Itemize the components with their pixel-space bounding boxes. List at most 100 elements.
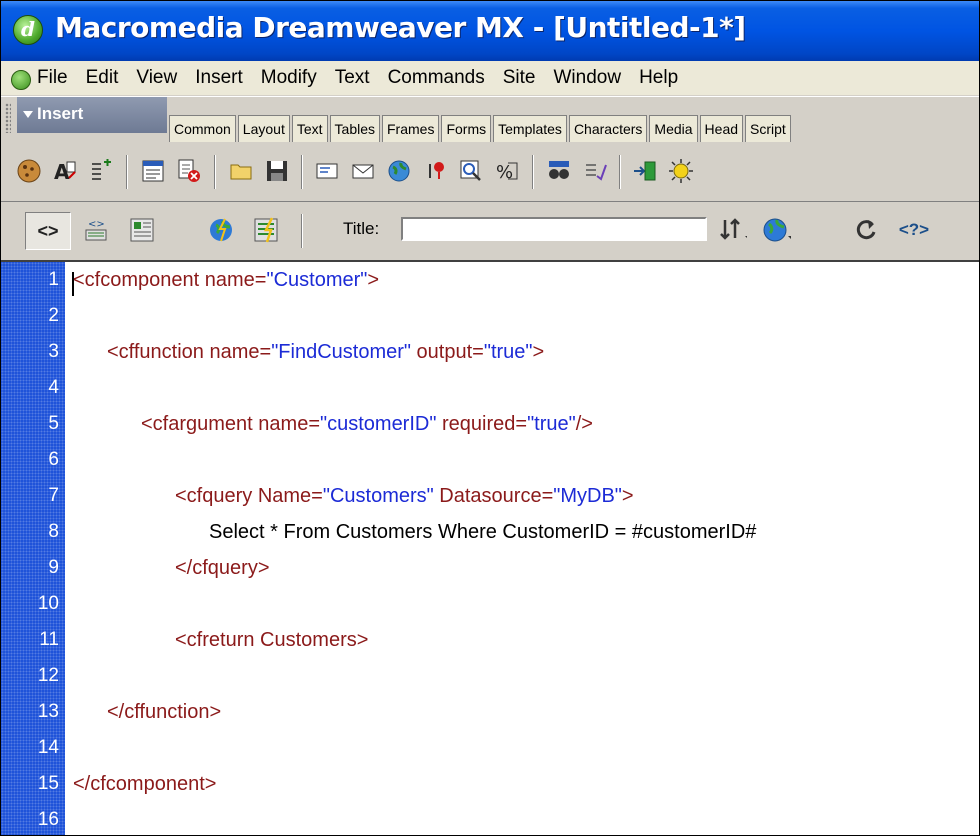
code-line: <cfreturn Customers> [175,622,368,658]
code-text: Select * From Customers Where CustomerID… [209,521,757,543]
reference-button[interactable]: <?> [893,215,935,245]
tab-layout[interactable]: Layout [237,115,290,142]
code-attribute-value: "FindCustomer" [271,341,411,363]
open-folder-icon[interactable] [227,157,255,185]
split-view-button[interactable]: <> [81,215,111,245]
search-icon[interactable] [457,157,485,185]
code-tag: Datasource= [433,485,554,507]
tab-script[interactable]: Script [745,115,791,142]
document-icon[interactable] [11,70,31,90]
check-list-icon[interactable] [581,157,609,185]
tab-text[interactable]: Text [291,115,328,142]
dreamweaver-window: d Macromedia Dreamweaver MX - [Untitled-… [0,0,980,836]
tab-tables[interactable]: Tables [329,115,380,142]
code-tag: <cffunction name= [107,341,272,363]
menu-edit[interactable]: Edit [86,67,119,89]
binoculars-icon[interactable] [545,157,573,185]
map-pin-icon[interactable] [421,157,449,185]
save-icon[interactable] [263,157,291,185]
line-number: 7 [48,485,59,506]
server-debug-button[interactable] [206,215,236,245]
line-number: 6 [48,449,59,470]
line-number-gutter: 1 2 3 4 5 6 7 8 9 10 11 12 13 14 15 16 [1,262,65,835]
code-tag: </cfquery> [175,557,270,579]
line-number: 10 [37,593,59,614]
menu-insert[interactable]: Insert [195,67,243,89]
tab-common[interactable]: Common [169,115,236,142]
mail-icon[interactable] [313,157,341,185]
menu-file[interactable]: File [37,67,68,89]
code-attribute-value: "Customer" [266,269,368,291]
form-icon[interactable] [139,157,167,185]
line-number: 1 [48,269,59,290]
toolbar-separator [532,155,534,189]
code-line: <cffunction name="FindCustomer" output="… [107,334,544,370]
sun-icon[interactable] [667,157,695,185]
code-tag: /> [575,413,593,435]
code-tag: output= [411,341,484,363]
code-tag: required= [436,413,528,435]
tab-templates[interactable]: Templates [493,115,567,142]
menu-modify[interactable]: Modify [261,67,317,89]
refresh-button[interactable] [851,215,881,245]
globe-icon[interactable] [385,157,413,185]
code-line: <cfargument name="customerID" required="… [141,406,593,442]
toolbar-separator [619,155,621,189]
code-tag: > [532,341,545,363]
code-tag: > [367,269,380,291]
code-attribute-value: "true" [483,341,533,363]
dreamweaver-logo-icon: d [13,15,43,45]
code-line: <cfcomponent name="Customer"> [73,262,379,298]
line-number: 2 [48,305,59,326]
line-number: 15 [37,773,59,794]
window-title: Macromedia Dreamweaver MX - [Untitled-1*… [55,11,746,44]
code-editor[interactable]: 1 2 3 4 5 6 7 8 9 10 11 12 13 14 15 16 <cfcomponent nam… [1,262,979,835]
menu-commands[interactable]: Commands [388,67,485,89]
cookie-icon[interactable] [15,157,43,185]
import-icon[interactable] [631,157,659,185]
code-tag: <cfargument name= [141,413,320,435]
tab-media[interactable]: Media [649,115,698,142]
insert-tag-icon[interactable] [87,157,115,185]
server-debug-icon [210,218,232,242]
insert-panel-title[interactable]: Insert [17,97,167,133]
code-tag: <cfquery Name= [175,485,323,507]
title-bar[interactable]: d Macromedia Dreamweaver MX - [Untitled-… [1,1,979,61]
menu-help[interactable]: Help [639,67,678,89]
file-management-button[interactable] [717,215,747,245]
line-number: 8 [48,521,59,542]
delete-record-icon[interactable] [175,157,203,185]
tab-characters[interactable]: Characters [568,115,648,142]
code-view-button[interactable]: <> [25,212,71,250]
menu-view[interactable]: View [136,67,177,89]
live-data-button[interactable] [251,215,281,245]
menu-site[interactable]: Site [503,67,536,89]
insert-icon-toolbar: A % [1,145,979,202]
title-label: Title: [343,219,380,238]
tab-forms[interactable]: Forms [441,115,492,142]
menu-text[interactable]: Text [335,67,370,89]
code-tag: </cffunction> [107,701,222,723]
line-number: 16 [37,809,59,830]
formula-icon[interactable]: % [493,157,521,185]
tab-frames[interactable]: Frames [382,115,440,142]
preview-browser-button[interactable] [761,215,791,245]
insert-tabs: Common Layout Text Tables Frames Forms T… [169,115,793,142]
insert-bar: Insert Common Layout Text Tables Frames … [1,96,979,146]
title-input[interactable] [401,217,707,241]
line-number: 9 [48,557,59,578]
document-toolbar: <> <> Title: <?> [1,202,979,262]
code-line: </cffunction> [107,694,221,730]
code-tag: <cfreturn Customers> [175,629,369,651]
code-line: <cfquery Name="Customers" Datasource="My… [175,478,634,514]
reference-icon: <?> [898,220,930,239]
line-number: 13 [37,701,59,722]
panel-grip[interactable] [5,103,11,133]
code-area[interactable]: <cfcomponent name="Customer"> <cffunction… [65,262,979,835]
menu-window[interactable]: Window [553,67,621,89]
tab-head[interactable]: Head [699,115,744,142]
code-attribute-value: "true" [527,413,576,435]
email-icon[interactable] [349,157,377,185]
design-view-button[interactable] [127,215,157,245]
font-edit-icon[interactable]: A [51,157,79,185]
